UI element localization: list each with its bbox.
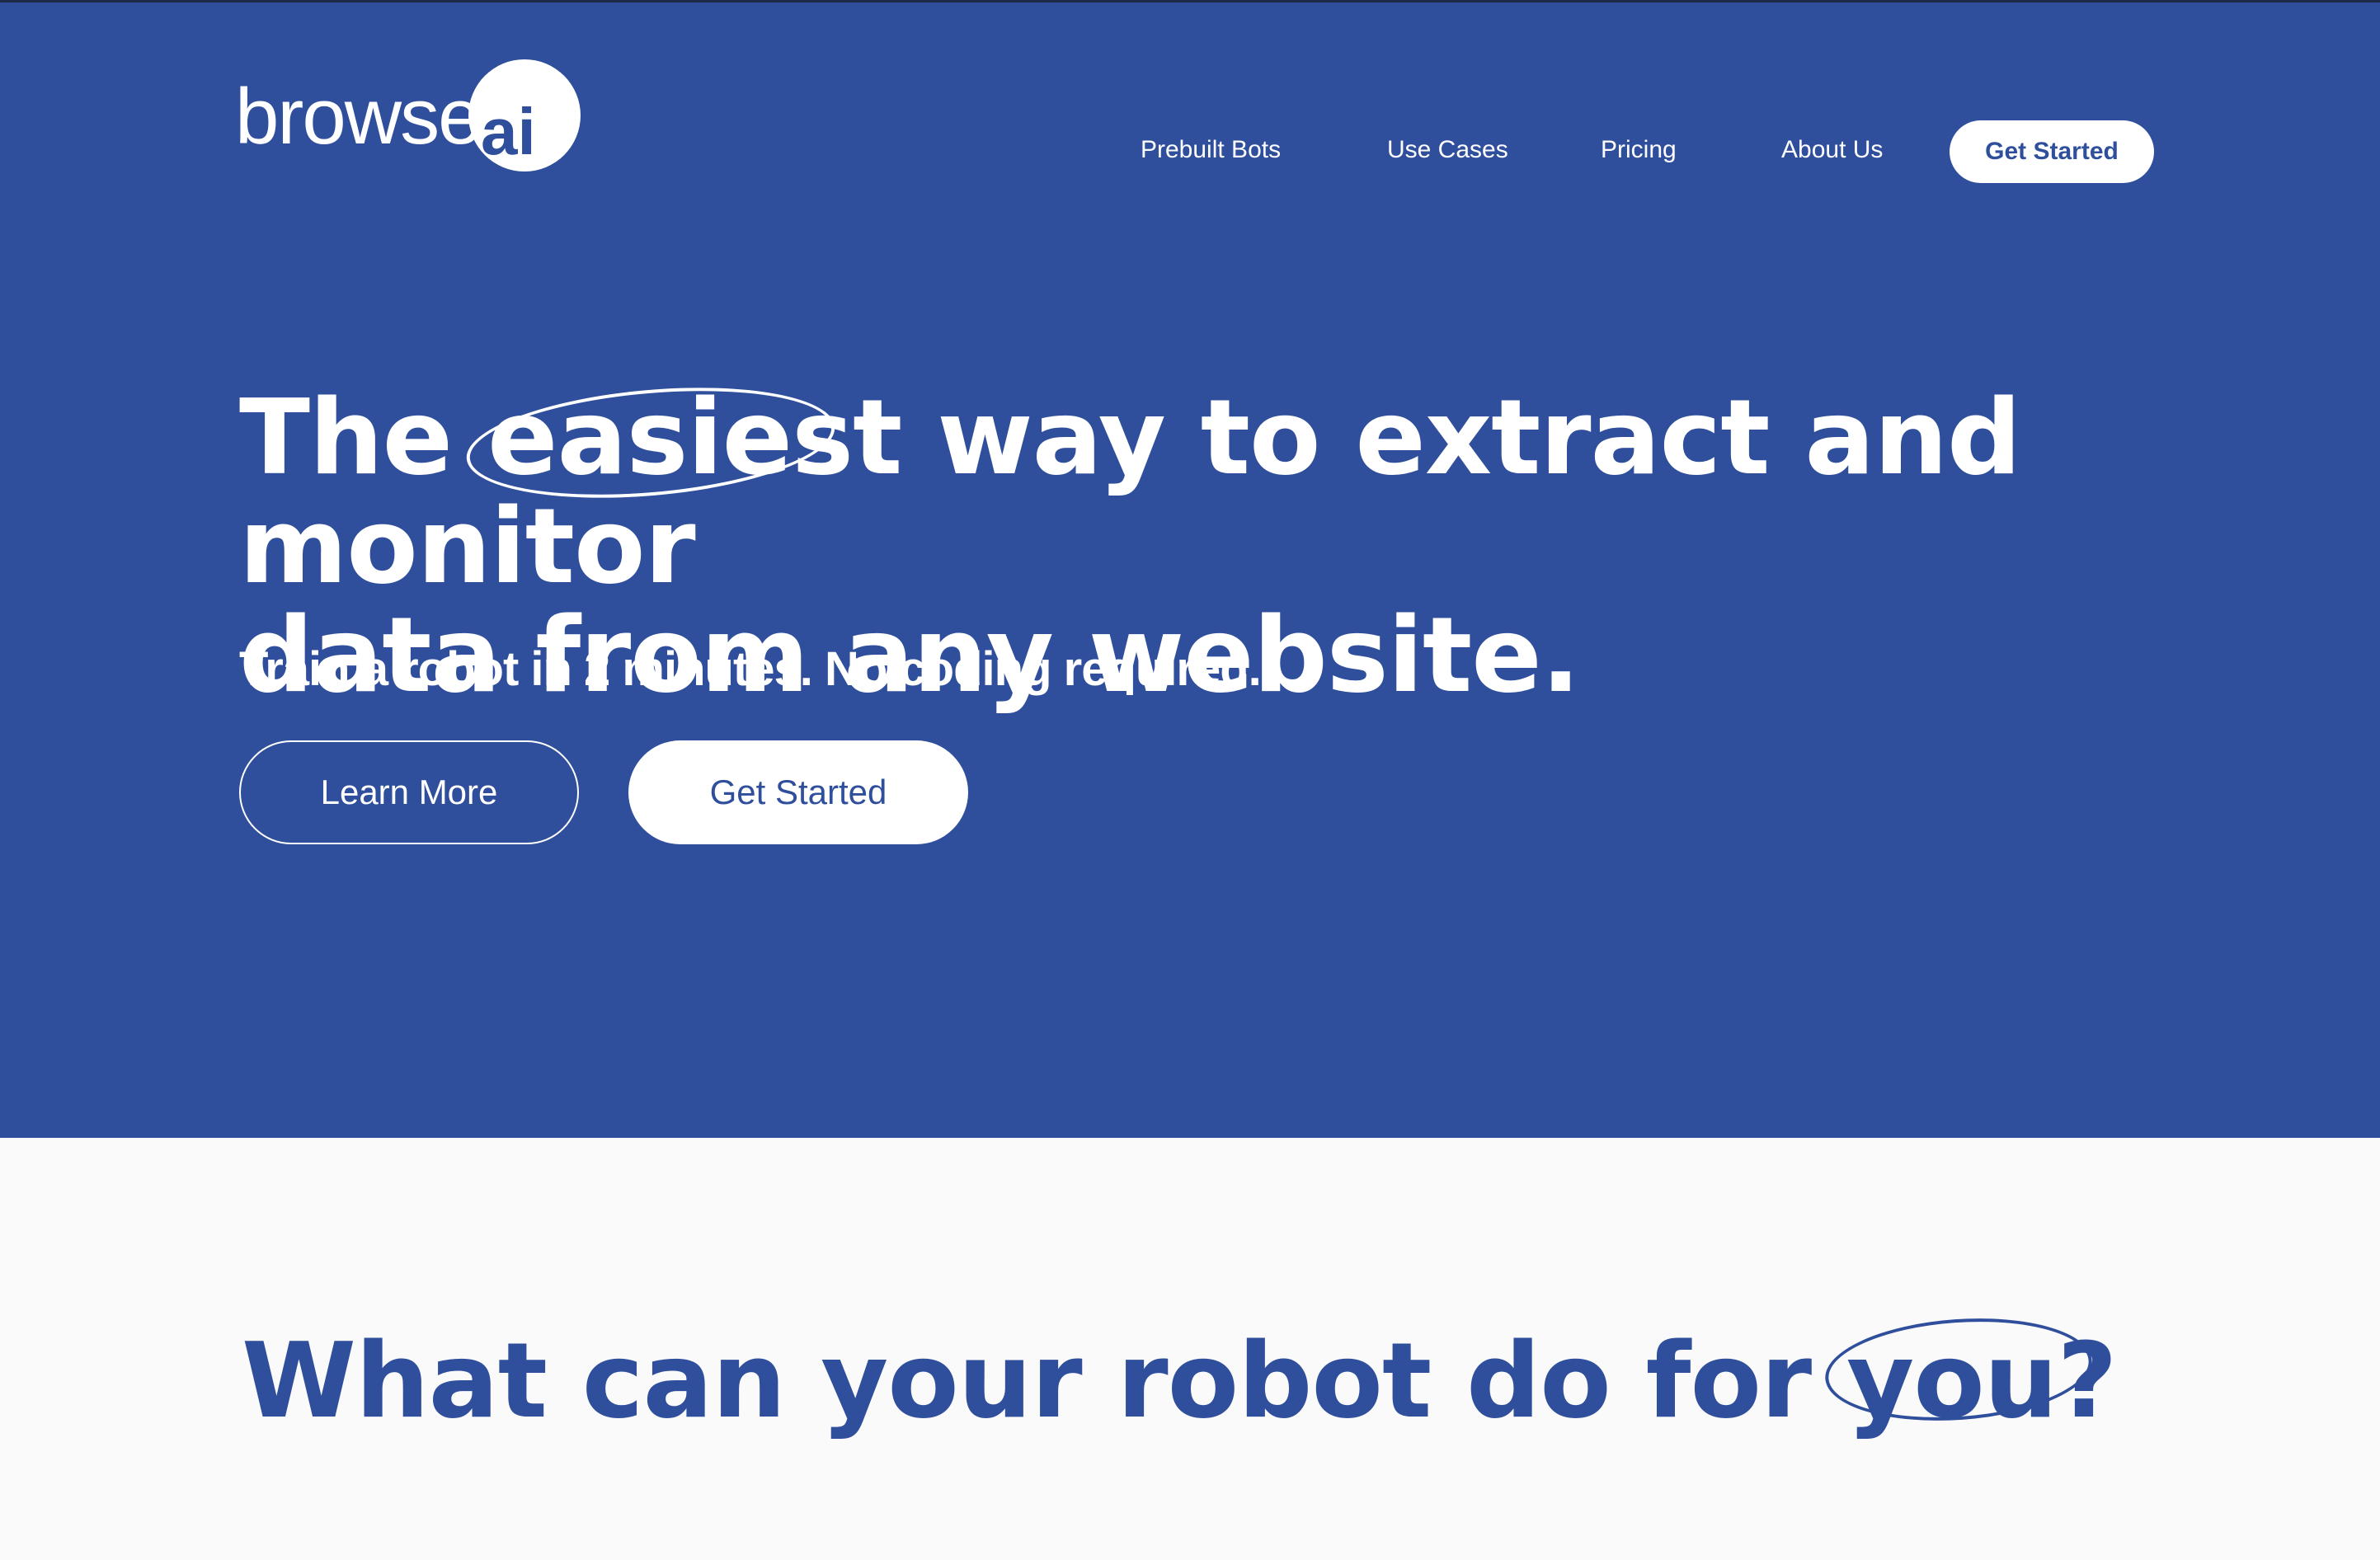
logo-ai-text: ai xyxy=(481,95,536,168)
nav-pricing[interactable]: Pricing xyxy=(1601,134,1677,167)
top-border xyxy=(0,0,2380,2)
hero-subheadline: Train a robot in 2 minutes. No coding re… xyxy=(239,642,1262,696)
section-title-highlight: you? xyxy=(1822,1309,2118,1433)
hero-bottom-curve xyxy=(0,1014,2380,1092)
nav-prebuilt-bots[interactable]: Prebuilt Bots xyxy=(1141,134,1281,167)
hero-get-started-button[interactable]: Get Started xyxy=(628,740,968,844)
headline-prefix: The xyxy=(239,377,487,498)
section-title-highlight-text: you? xyxy=(1846,1320,2117,1441)
headline-highlight-text: easiest xyxy=(487,377,902,498)
nav-get-started-button[interactable]: Get Started xyxy=(1950,120,2154,183)
learn-more-button[interactable]: Learn More xyxy=(239,740,579,844)
headline-highlight-word: easiest xyxy=(462,374,902,512)
browse-ai-logo[interactable]: browse ai xyxy=(235,59,581,175)
nav-use-cases[interactable]: Use Cases xyxy=(1387,134,1508,167)
section-title: What can your robot do for you? xyxy=(242,1309,2118,1433)
section-title-prefix: What can your robot do for xyxy=(242,1320,1847,1441)
nav-about-us[interactable]: About Us xyxy=(1781,134,1883,167)
logo-wordmark: browse xyxy=(235,73,482,161)
